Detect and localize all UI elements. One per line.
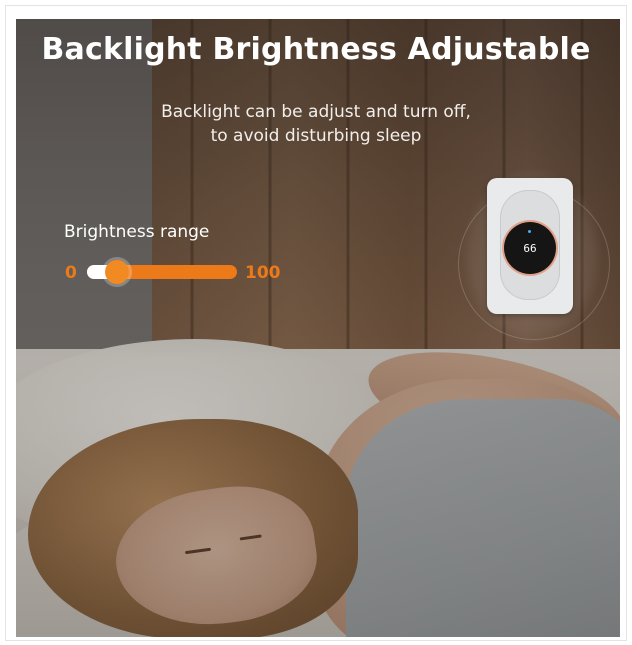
banner-subtitle: Backlight can be adjust and turn off, to… <box>0 100 632 148</box>
thermostat-reading: 66 <box>523 241 537 255</box>
wifi-indicator-icon <box>528 230 531 233</box>
subtitle-line-2: to avoid disturbing sleep <box>210 126 422 146</box>
brightness-min-label: 0 <box>65 263 77 283</box>
brightness-max-label: 100 <box>245 263 281 283</box>
brightness-range-label: Brightness range <box>64 222 210 242</box>
banner-title: Backlight Brightness Adjustable <box>41 32 591 67</box>
subtitle-line-1: Backlight can be adjust and turn off, <box>161 102 471 122</box>
brightness-slider-thumb <box>105 260 129 284</box>
thermostat-display: 66 <box>504 222 556 274</box>
